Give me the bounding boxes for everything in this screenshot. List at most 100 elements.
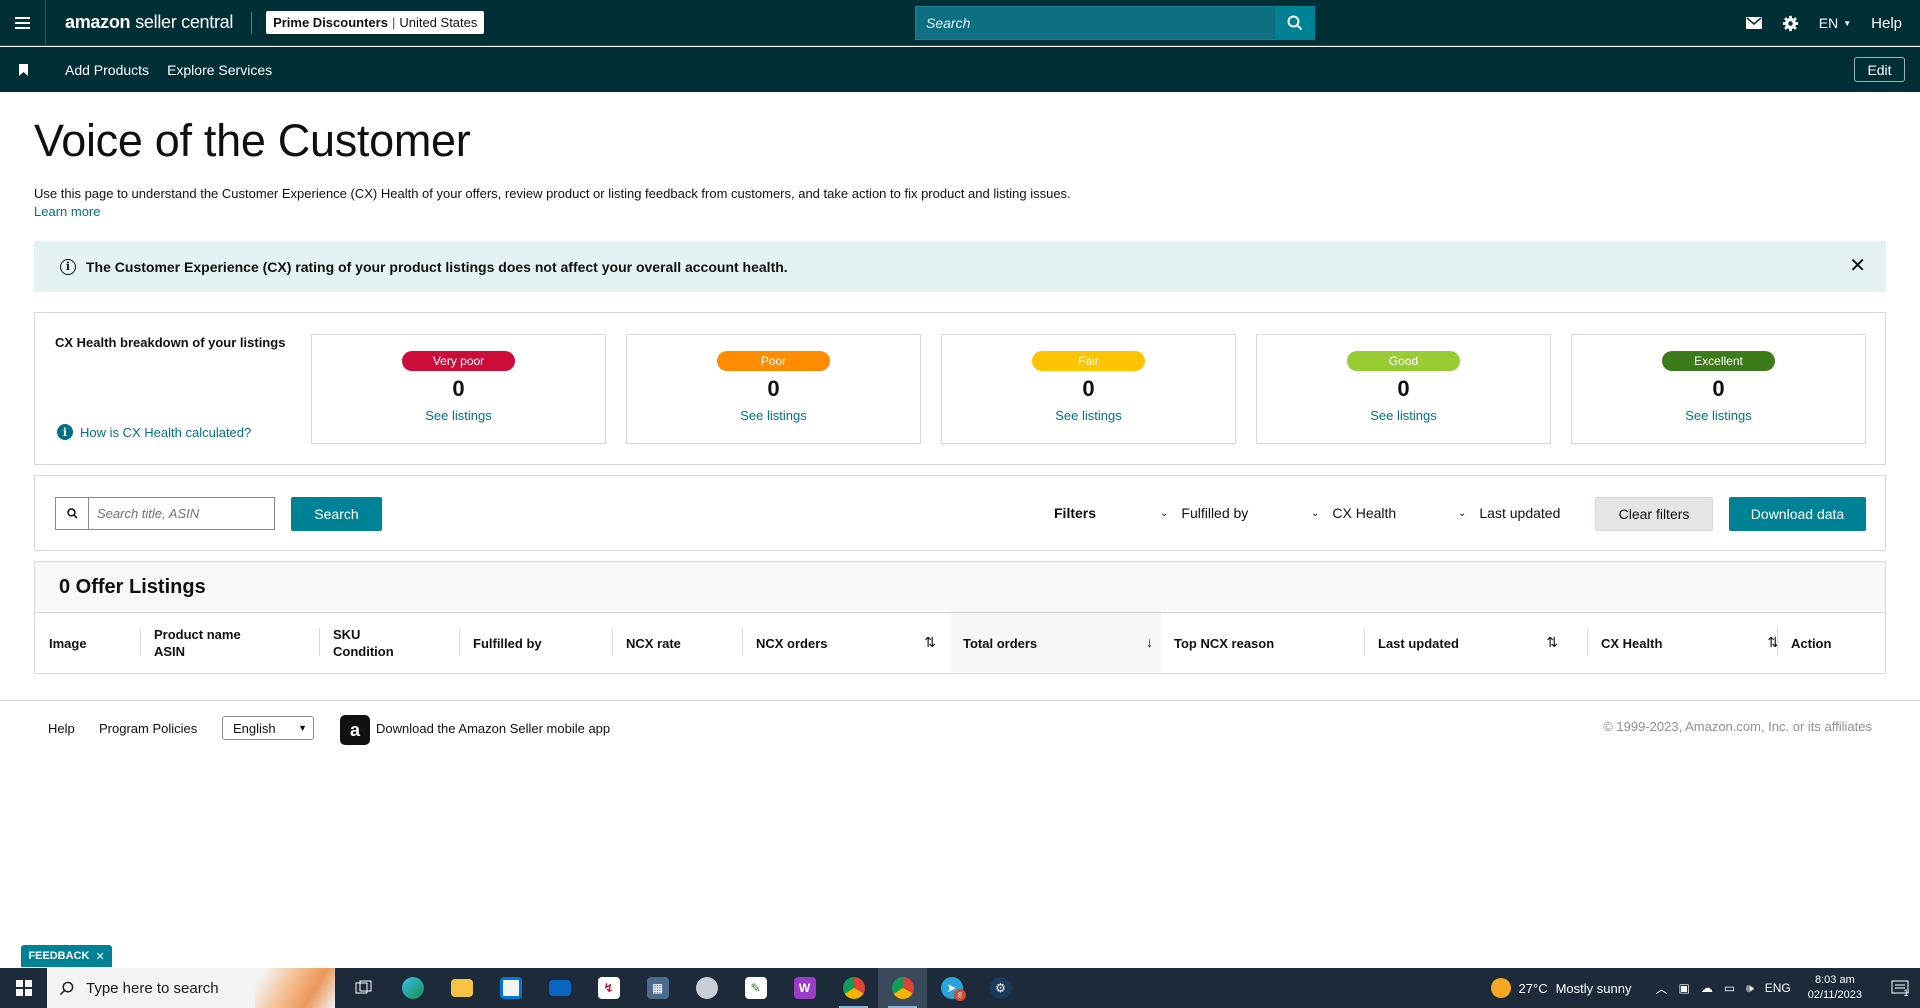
nav-explore-services[interactable]: Explore Services <box>167 62 272 78</box>
sort-icon[interactable]: ⇅ <box>1546 634 1558 651</box>
windows-taskbar: Type here to search ↯ ▦ ✎ W ➤ 6 ⚙ 27°C Mo… <box>0 968 1920 1008</box>
chrome-profile-icon[interactable] <box>878 968 927 1008</box>
how-cx-health-link[interactable]: i How is CX Health calculated? <box>57 424 251 440</box>
search-icon <box>59 981 74 995</box>
mail-app-icon[interactable] <box>535 968 584 1008</box>
download-app-link[interactable]: Download the Amazon Seller mobile app <box>376 721 610 736</box>
clock-time: 8:03 am <box>1815 974 1855 986</box>
seller-central-logo[interactable]: amazon seller central <box>65 12 233 33</box>
filter-fulfilled-by-label: Fulfilled by <box>1181 505 1249 521</box>
chevron-down-icon: ⌄ <box>1458 507 1467 519</box>
search-icon[interactable] <box>1275 6 1315 40</box>
help-link[interactable]: Help <box>1871 15 1902 32</box>
feedback-tab[interactable]: FEEDBACK ✕ <box>21 945 112 967</box>
bookmark-icon[interactable] <box>0 63 46 76</box>
breakdown-label: CX Health breakdown of your listings <box>55 335 286 350</box>
col-sku: SKU Condition <box>333 627 394 659</box>
taskbar-clock[interactable]: 8:03 am 02/11/2023 <box>1808 973 1862 1003</box>
col-cx-health[interactable]: CX Health ⇅ <box>1589 613 1787 673</box>
cx-card-poor: Poor 0 See listings <box>626 334 921 444</box>
cx-badge-good: Good <box>1347 351 1460 371</box>
edge-browser-icon[interactable] <box>388 968 437 1008</box>
chevron-down-icon: ⌄ <box>1311 507 1320 519</box>
alert-message: The Customer Experience (CX) rating of y… <box>86 258 788 275</box>
global-search-input[interactable]: Search <box>915 6 1275 40</box>
info-alert: i The Customer Experience (CX) rating of… <box>34 241 1886 292</box>
taskbar-search-placeholder: Type here to search <box>86 979 219 997</box>
store-name: Prime Discounters <box>273 15 388 30</box>
sun-icon <box>1490 978 1511 998</box>
disc-app-icon[interactable] <box>682 968 731 1008</box>
learn-more-link[interactable]: Learn more <box>34 204 100 219</box>
cx-badge-fair: Fair <box>1032 351 1145 371</box>
nav-divider <box>251 11 253 34</box>
amazon-app-icon[interactable]: a <box>340 715 370 745</box>
filter-cx-health-label: CX Health <box>1332 505 1397 521</box>
taskbar-search[interactable]: Type here to search <box>47 968 335 1008</box>
stock-app-icon[interactable]: ↯ <box>584 968 633 1008</box>
see-listings-very-poor[interactable]: See listings <box>312 408 605 423</box>
close-icon[interactable]: ✕ <box>1849 256 1866 276</box>
see-listings-excellent[interactable]: See listings <box>1572 408 1865 423</box>
filter-cx-health[interactable]: ⌄ CX Health <box>1311 505 1396 521</box>
store-selector[interactable]: Prime Discounters | United States <box>266 11 485 34</box>
footer-policies-link[interactable]: Program Policies <box>99 721 197 736</box>
close-icon[interactable]: ✕ <box>95 950 104 963</box>
mail-icon[interactable] <box>1745 17 1762 29</box>
weather-widget[interactable]: 27°C Mostly sunny <box>1490 978 1631 998</box>
nav-add-products[interactable]: Add Products <box>65 62 149 78</box>
cx-count-fair: 0 <box>1082 376 1095 401</box>
filter-fulfilled-by[interactable]: ⌄ Fulfilled by <box>1160 505 1248 521</box>
listing-search-input[interactable]: Search title, ASIN <box>89 498 199 529</box>
cloud-icon[interactable]: ☁ <box>1701 981 1713 995</box>
menu-icon[interactable] <box>0 0 46 46</box>
offer-listings-table: 0 Offer Listings Image Product name ASIN… <box>34 561 1886 674</box>
col-last-updated[interactable]: Last updated ⇅ <box>1366 613 1566 673</box>
calculator-icon[interactable]: ▦ <box>633 968 682 1008</box>
input-language[interactable]: ENG <box>1765 981 1791 995</box>
search-button[interactable]: Search <box>291 497 382 531</box>
download-data-button[interactable]: Download data <box>1729 497 1866 531</box>
chevron-up-icon[interactable]: ︿ <box>1655 980 1667 997</box>
gear-icon[interactable] <box>1782 15 1799 32</box>
taskbar-apps: ↯ ▦ ✎ W ➤ 6 ⚙ <box>339 968 1025 1008</box>
arrow-down-icon[interactable]: ↓ <box>1146 634 1153 651</box>
file-explorer-icon[interactable] <box>437 968 486 1008</box>
language-selector[interactable]: EN ▼ <box>1819 15 1851 31</box>
col-ncx-orders[interactable]: NCX orders ⇅ <box>744 613 944 673</box>
clear-filters-button[interactable]: Clear filters <box>1595 497 1713 531</box>
notification-count: 1 <box>1903 988 1909 998</box>
store-marketplace: United States <box>399 15 478 30</box>
task-view-icon[interactable] <box>339 968 388 1008</box>
col-action: Action <box>1791 635 1832 651</box>
sort-icon[interactable]: ⇅ <box>924 634 936 651</box>
info-icon: i <box>60 258 76 275</box>
footer-divider <box>0 700 1920 701</box>
steam-icon[interactable]: ⚙ <box>976 968 1025 1008</box>
cx-count-very-poor: 0 <box>452 376 465 401</box>
device-icon[interactable]: ▣ <box>1678 981 1689 995</box>
telegram-icon[interactable]: ➤ 6 <box>927 968 976 1008</box>
footer-help-link[interactable]: Help <box>48 721 75 736</box>
page-footer: Help Program Policies English ▼ a Downlo… <box>0 715 1920 745</box>
see-listings-poor[interactable]: See listings <box>627 408 920 423</box>
col-total-orders[interactable]: Total orders ↓ <box>951 613 1161 673</box>
see-listings-fair[interactable]: See listings <box>942 408 1235 423</box>
notification-icon[interactable]: 1 <box>1880 978 1920 998</box>
cx-card-fair: Fair 0 See listings <box>941 334 1236 444</box>
volume-icon[interactable]: 🕪 <box>1746 981 1754 996</box>
microsoft-store-icon[interactable] <box>486 968 535 1008</box>
footer-language-value: English <box>233 720 276 736</box>
edit-nav-button[interactable]: Edit <box>1854 57 1905 82</box>
page-description: Use this page to understand the Customer… <box>34 186 1071 201</box>
chrome-icon[interactable] <box>829 968 878 1008</box>
wps-office-icon[interactable]: W <box>780 968 829 1008</box>
chevron-down-icon: ▼ <box>1843 18 1852 28</box>
windows-start-icon[interactable] <box>0 968 47 1008</box>
footer-language-select[interactable]: English ▼ <box>222 716 314 740</box>
network-icon[interactable]: ▭ <box>1724 981 1735 995</box>
filter-last-updated[interactable]: ⌄ Last updated <box>1458 505 1560 521</box>
see-listings-good[interactable]: See listings <box>1257 408 1550 423</box>
nav-right: EN ▼ Help <box>1745 0 1920 46</box>
paint-app-icon[interactable]: ✎ <box>731 968 780 1008</box>
